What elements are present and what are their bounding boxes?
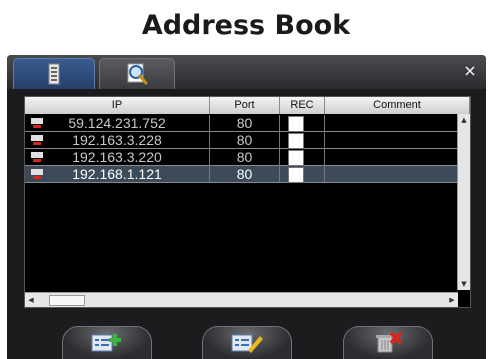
delete-entry-icon [376,332,403,353]
rec-checkbox[interactable] [288,116,304,132]
scroll-right-icon[interactable]: ▶ [446,293,458,307]
rec-cell [280,115,325,132]
tab-address-book[interactable] [13,58,95,89]
column-header-port[interactable]: Port [210,97,280,114]
tab-bar: × [7,55,486,89]
page-title: Address Book [141,10,351,41]
edit-entry-icon [231,334,263,353]
tab-search[interactable] [99,58,175,89]
add-entry-icon [91,334,121,352]
ip-cell: 192.168.1.121 [25,166,210,183]
address-book-dialog: × IP Port REC Comment 59.124.231.752 80 … [7,55,486,359]
column-header-ip[interactable]: IP [25,97,210,114]
rec-cell [280,132,325,149]
comment-cell [325,149,458,166]
rec-checkbox[interactable] [288,150,304,166]
network-device-icon [31,118,43,128]
scroll-left-icon[interactable]: ◀ [25,293,37,307]
rec-cell [280,166,325,183]
table-row[interactable]: 59.124.231.752 80 [25,115,470,132]
rec-checkbox[interactable] [288,167,304,183]
network-device-icon [31,135,43,145]
rec-cell [280,149,325,166]
table-row-selected[interactable]: 192.168.1.121 80 [25,166,470,183]
address-table: IP Port REC Comment 59.124.231.752 80 19… [24,96,471,308]
comment-cell [325,132,458,149]
port-cell: 80 [210,132,280,149]
scroll-thumb[interactable] [49,295,85,306]
comment-cell [325,166,458,183]
ip-cell: 59.124.231.752 [25,115,210,132]
network-device-icon [31,169,43,179]
comment-cell [325,115,458,132]
delete-entry-button[interactable] [343,326,433,359]
address-book-icon [48,63,60,85]
table-header: IP Port REC Comment [25,97,470,114]
scroll-up-icon[interactable]: ▲ [458,114,470,126]
column-header-rec[interactable]: REC [280,97,325,114]
close-icon[interactable]: × [460,61,480,81]
table-row[interactable]: 192.163.3.220 80 [25,149,470,166]
ip-cell: 192.163.3.220 [25,149,210,166]
table-row[interactable]: 192.163.3.228 80 [25,132,470,149]
port-cell: 80 [210,115,280,132]
edit-entry-button[interactable] [202,326,292,359]
vertical-scrollbar[interactable]: ▲ ▼ [457,114,470,290]
add-entry-button[interactable] [62,326,152,359]
port-cell: 80 [210,149,280,166]
search-icon [127,63,148,85]
column-header-comment[interactable]: Comment [325,97,470,114]
network-device-icon [31,152,43,162]
horizontal-scrollbar[interactable]: ◀ ▶ [25,292,458,307]
rec-checkbox[interactable] [288,133,304,149]
ip-cell: 192.163.3.228 [25,132,210,149]
scroll-down-icon[interactable]: ▼ [458,278,470,290]
port-cell: 80 [210,166,280,183]
